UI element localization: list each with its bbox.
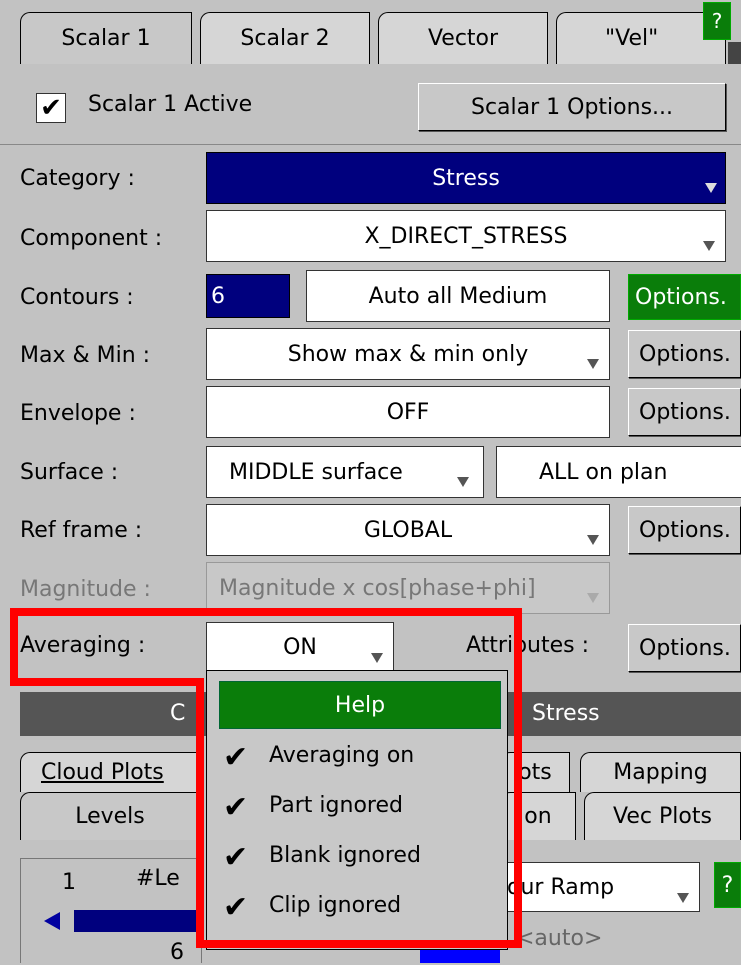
- highlight-popup: [196, 678, 522, 948]
- maxmin-options-button[interactable]: Options.: [628, 330, 741, 378]
- envelope-button[interactable]: OFF: [206, 386, 610, 438]
- maxmin-select[interactable]: Show max & min only: [206, 328, 610, 380]
- highlight-averaging-row: [10, 608, 522, 686]
- ramp-help-button[interactable]: ?: [714, 862, 741, 908]
- tab-label: Scalar 1: [61, 26, 151, 51]
- envelope-value: OFF: [386, 399, 430, 425]
- level-label: #Le: [136, 866, 180, 891]
- component-value: X_DIRECT_STRESS: [364, 223, 568, 249]
- tab-label: on: [524, 804, 552, 829]
- tab-vector[interactable]: Vector: [378, 12, 548, 64]
- chevron-down-icon: [587, 535, 599, 545]
- section-bar-left: C: [170, 701, 186, 726]
- options-label: Options.: [639, 517, 731, 543]
- tab-vel[interactable]: "Vel": [556, 12, 726, 64]
- surface-plan-value: ALL on plan: [539, 459, 668, 485]
- contours-mode-button[interactable]: Auto all Medium: [306, 270, 610, 322]
- category-label: Category :: [20, 166, 135, 191]
- level-left-arrow-icon[interactable]: [44, 912, 60, 930]
- contours-count-input[interactable]: 6: [206, 274, 290, 318]
- options-label: Options.: [639, 399, 731, 425]
- tab-label: Vec Plots: [613, 804, 712, 829]
- help-q: ?: [721, 872, 734, 898]
- surface-label: Surface :: [20, 460, 119, 485]
- tab-vec-plots[interactable]: Vec Plots: [584, 792, 741, 840]
- tab-strip-dark: [728, 42, 741, 64]
- contours-options-button[interactable]: Options.: [628, 274, 741, 320]
- refframe-select[interactable]: GLOBAL: [206, 504, 610, 556]
- contours-count: 6: [211, 283, 225, 309]
- options-label: Options.: [639, 635, 731, 661]
- chevron-down-icon: [677, 893, 689, 903]
- tab-label: Scalar 2: [240, 26, 330, 51]
- envelope-options-button[interactable]: Options.: [628, 388, 741, 436]
- surface-select[interactable]: MIDDLE surface: [206, 446, 484, 498]
- check-icon: ✔: [40, 93, 62, 123]
- options-label: Options.: [635, 284, 727, 310]
- tab-scalar-2[interactable]: Scalar 2: [200, 12, 370, 64]
- section-bar-right: Stress: [532, 701, 600, 726]
- chevron-down-icon: [703, 241, 715, 251]
- scalar-active-label: Scalar 1 Active: [88, 92, 253, 117]
- component-select[interactable]: X_DIRECT_STRESS: [206, 210, 726, 262]
- chevron-down-icon: [457, 477, 469, 487]
- chevron-down-icon: [705, 183, 717, 193]
- averaging-options-button[interactable]: Options.: [628, 624, 741, 672]
- magnitude-select: Magnitude x cos[phase+phi]: [206, 562, 610, 614]
- scalar-active-checkbox[interactable]: ✔: [36, 93, 66, 123]
- maxmin-label: Max & Min :: [20, 343, 151, 368]
- auto-label: <auto>: [516, 926, 603, 951]
- highlight-averaging-row-bottom-left: [10, 678, 204, 686]
- surface-value: MIDDLE surface: [229, 459, 403, 485]
- tab-cloud-plots[interactable]: Cloud Plots: [20, 752, 200, 792]
- tab-levels[interactable]: Levels: [20, 792, 200, 840]
- contours-mode: Auto all Medium: [368, 283, 548, 309]
- options-label: Options.: [639, 341, 731, 367]
- level-num: 1: [62, 870, 76, 895]
- refframe-label: Ref frame :: [20, 518, 143, 543]
- tab-label: ots: [518, 760, 552, 785]
- scalar-options-button[interactable]: Scalar 1 Options...: [418, 83, 726, 131]
- chevron-down-icon: [587, 593, 599, 603]
- tab-label: Cloud Plots: [41, 760, 164, 785]
- refframe-options-button[interactable]: Options.: [628, 506, 741, 554]
- help-button[interactable]: ?: [703, 2, 731, 40]
- help-q: ?: [711, 9, 723, 33]
- magnitude-label: Magnitude :: [20, 577, 151, 602]
- tab-scalar-1[interactable]: Scalar 1: [20, 12, 192, 64]
- tab-label: Vector: [427, 26, 499, 51]
- level-slider[interactable]: [74, 910, 202, 932]
- ramp-select[interactable]: our Ramp: [500, 862, 700, 912]
- maxmin-value: Show max & min only: [287, 341, 529, 367]
- category-select[interactable]: Stress: [206, 152, 726, 204]
- component-label: Component :: [20, 226, 163, 251]
- tab-label: Mapping: [613, 760, 708, 785]
- tab-label: Levels: [75, 804, 145, 829]
- chevron-down-icon: [587, 359, 599, 369]
- refframe-value: GLOBAL: [363, 517, 453, 543]
- tab-label: "Vel": [605, 26, 659, 51]
- surface-plan-select[interactable]: ALL on plan: [496, 446, 741, 498]
- magnitude-value: Magnitude x cos[phase+phi]: [219, 575, 536, 601]
- contours-label: Contours :: [20, 285, 134, 310]
- category-value: Stress: [432, 165, 500, 191]
- tab-mapping[interactable]: Mapping: [580, 752, 741, 792]
- level-six: 6: [170, 940, 184, 965]
- envelope-label: Envelope :: [20, 401, 136, 426]
- ramp-value: our Ramp: [507, 874, 615, 900]
